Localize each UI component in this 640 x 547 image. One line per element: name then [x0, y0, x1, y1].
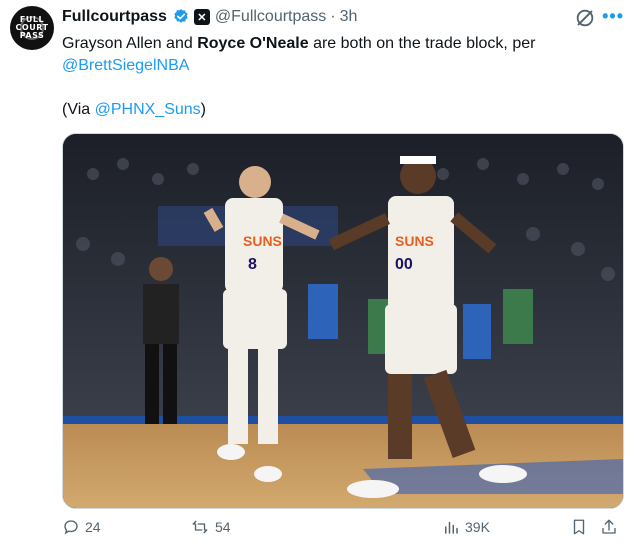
tweet-header: Fullcourtpass ✕ @Fullcourtpass · 3h — [62, 7, 357, 27]
views-button[interactable]: 39K — [442, 518, 490, 536]
via-suffix: ) — [200, 101, 206, 118]
tweet-line-2: @BrettSiegelNBA — [62, 55, 622, 77]
dot-separator: · — [330, 8, 336, 25]
timestamp[interactable]: 3h — [340, 8, 358, 26]
jersey-text-left: SUNS — [243, 233, 282, 249]
display-name[interactable]: Fullcourtpass — [62, 8, 167, 26]
text-part-1: Grayson Allen and — [62, 35, 198, 52]
share-button[interactable] — [600, 518, 623, 536]
basketball-icon — [20, 16, 44, 40]
basketball-photo: SUNS 8 SUNS 00 — [63, 134, 623, 508]
tweet-text: Grayson Allen and Royce O'Neale are both… — [62, 33, 622, 121]
bookmark-button[interactable] — [570, 518, 593, 536]
jersey-number-left: 8 — [248, 256, 257, 273]
share-icon — [602, 519, 616, 534]
views-icon — [445, 521, 458, 534]
retweet-icon — [192, 520, 208, 534]
tweet-actions: 24 54 39K — [62, 518, 622, 542]
reply-count: 24 — [85, 519, 101, 535]
mention-link[interactable]: @BrettSiegelNBA — [62, 57, 189, 74]
views-count: 39K — [465, 519, 490, 535]
x-affiliate-icon: ✕ — [193, 9, 210, 25]
reply-button[interactable]: 24 — [62, 518, 101, 536]
verified-badge-icon — [172, 8, 190, 26]
text-part-2: are both on the trade block, per — [308, 35, 536, 52]
jersey-text-right: SUNS — [395, 233, 434, 249]
user-handle[interactable]: @Fullcourtpass — [215, 8, 326, 26]
tweet-line-via: (Via @PHNX_Suns) — [62, 99, 622, 121]
avatar[interactable]: FULL COURT PASS — [10, 6, 54, 50]
retweet-count: 54 — [215, 519, 231, 535]
bookmark-icon — [573, 519, 585, 535]
grok-icon[interactable] — [574, 7, 596, 29]
reply-icon — [64, 520, 78, 535]
jersey-number-right: 00 — [395, 256, 413, 273]
retweet-button[interactable]: 54 — [190, 518, 231, 536]
via-mention-link[interactable]: @PHNX_Suns — [95, 101, 201, 118]
more-options-icon[interactable]: ••• — [602, 6, 624, 27]
tweet-line-1: Grayson Allen and Royce O'Neale are both… — [62, 33, 622, 55]
tweet-photo[interactable]: SUNS 8 SUNS 00 — [62, 133, 624, 509]
text-bold: Royce O'Neale — [197, 35, 309, 52]
via-prefix: (Via — [62, 101, 95, 118]
